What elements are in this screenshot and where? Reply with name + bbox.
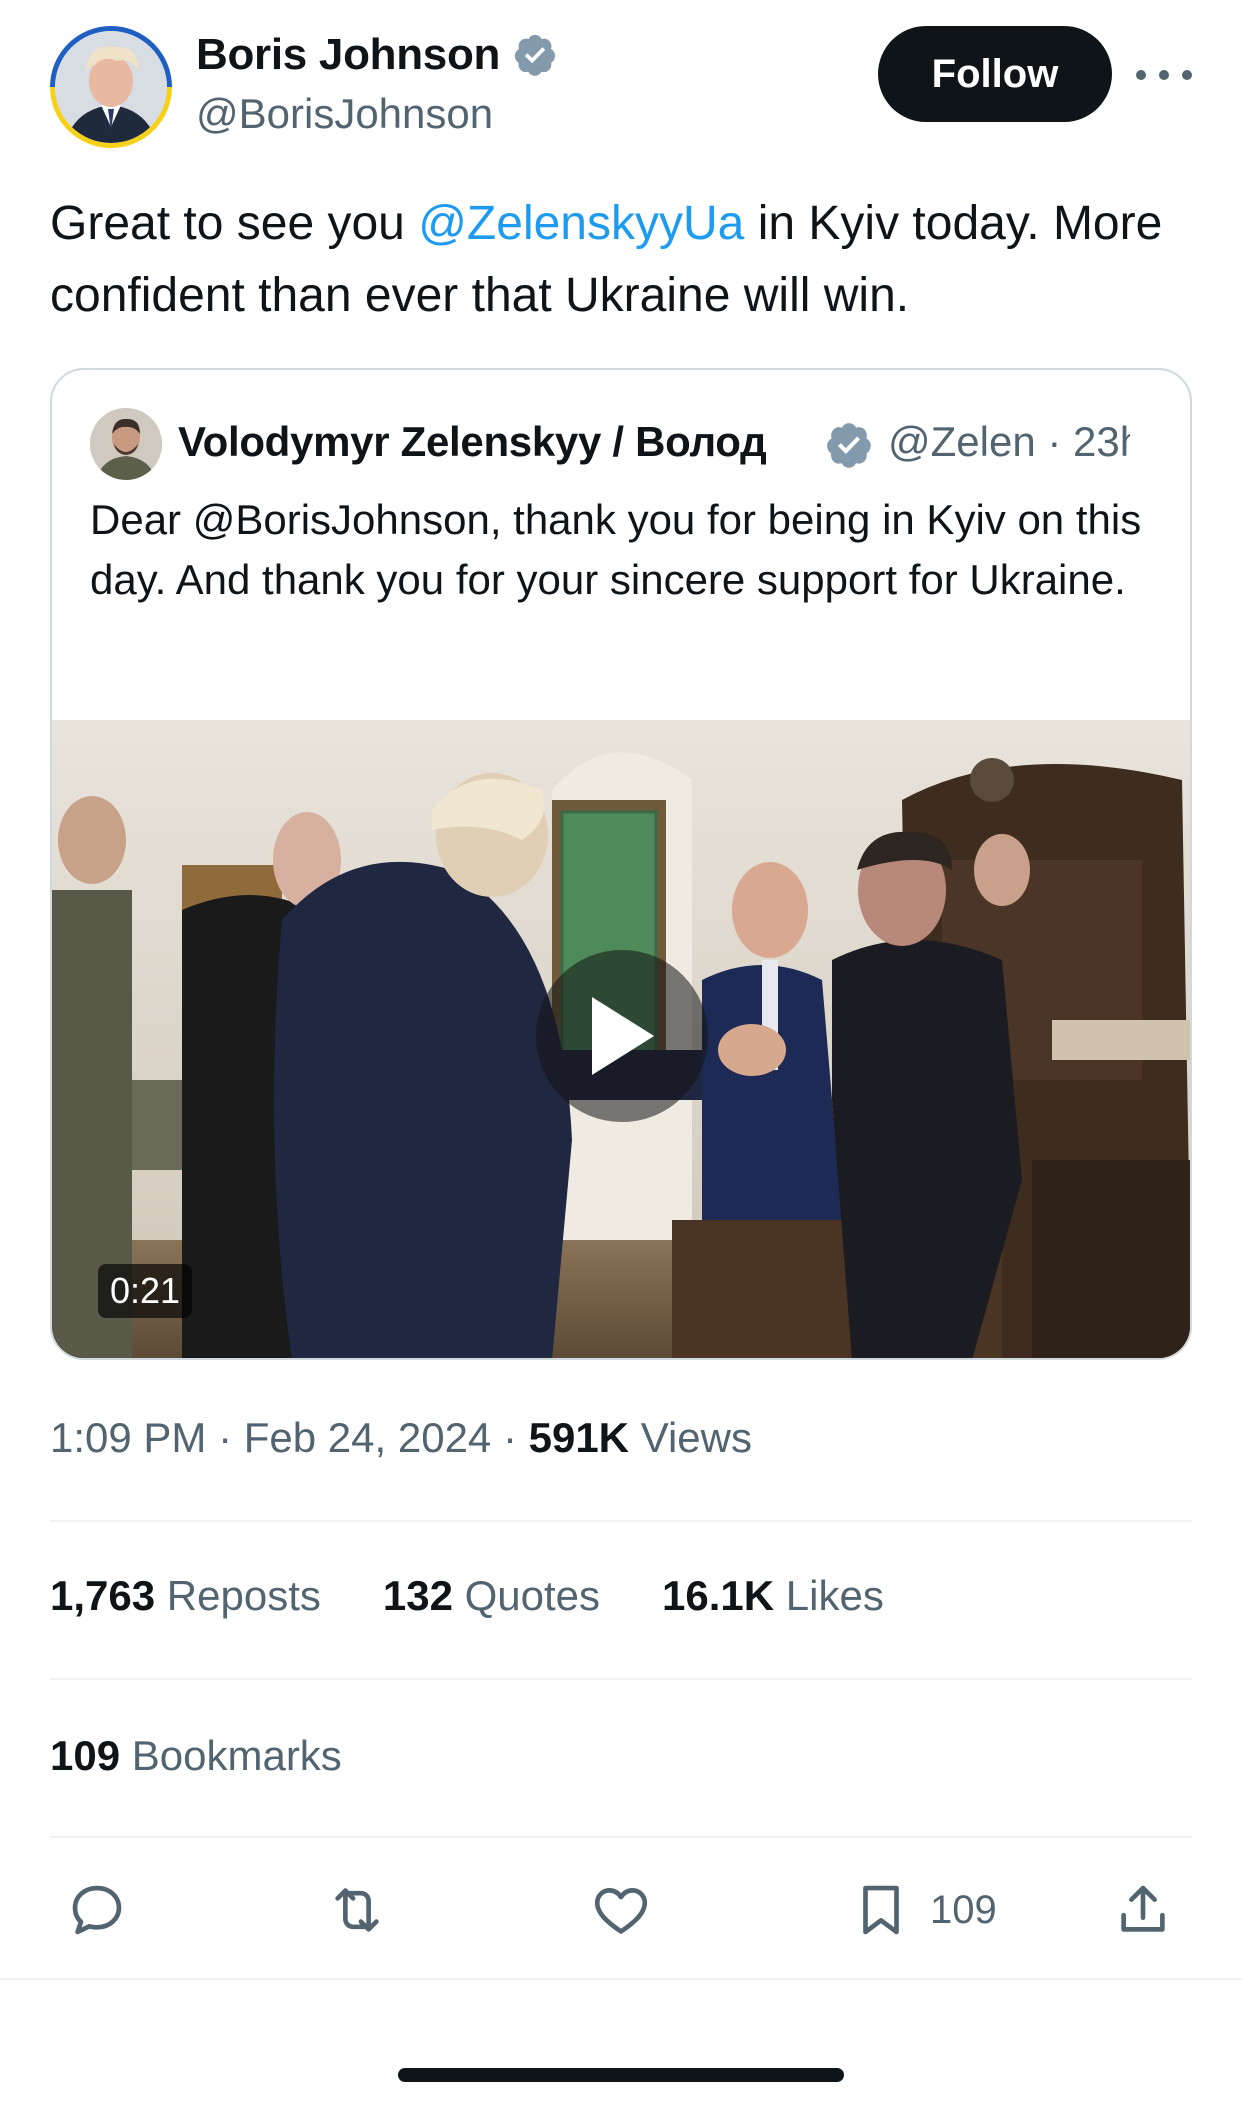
bookmark-button[interactable]: 109	[850, 1878, 997, 1942]
repost-button[interactable]	[326, 1878, 388, 1942]
quoted-tweet-time: · 23h	[1047, 418, 1130, 465]
more-dot	[1159, 70, 1169, 80]
tweet-date: Feb 24, 2024	[243, 1414, 492, 1461]
tweet-text: Great to see you @ZelenskyyUa in Kyiv to…	[50, 188, 1200, 332]
quotes-count: 132	[382, 1572, 453, 1619]
boris-johnson-avatar-icon	[55, 31, 167, 143]
engagement-stats: 1,763 Reposts 132 Quotes 16.1K Likes	[50, 1572, 884, 1620]
author-name[interactable]: Boris Johnson	[196, 30, 500, 80]
quoted-author-avatar-icon[interactable]	[90, 408, 162, 480]
video-player[interactable]: 0:21	[52, 720, 1190, 1358]
quoted-author-handle[interactable]: @Zelen	[888, 418, 1036, 465]
video-duration: 0:21	[98, 1264, 193, 1318]
quoted-tweet-text: Dear @BorisJohnson, thank you for being …	[90, 496, 1142, 603]
play-icon	[592, 997, 654, 1075]
action-bar: 109	[0, 1870, 1242, 1950]
reply-icon	[72, 1885, 122, 1935]
quotes-label: Quotes	[464, 1572, 601, 1619]
play-button[interactable]	[536, 950, 708, 1122]
more-dot	[1182, 70, 1192, 80]
heart-icon	[594, 1888, 648, 1934]
bookmarks-stat[interactable]: 109 Bookmarks	[50, 1732, 342, 1780]
reply-button[interactable]	[66, 1878, 128, 1942]
more-options-icon[interactable]	[1136, 50, 1192, 100]
divider	[50, 1678, 1192, 1680]
quoted-tweet-card[interactable]: Volodymyr Zelenskyy / Волод @Zelen · 23h…	[50, 368, 1192, 1360]
bookmarks-count: 109	[50, 1732, 121, 1779]
divider	[50, 1836, 1192, 1838]
reposts-stat[interactable]: 1,763 Reposts	[50, 1572, 321, 1620]
quoted-tweet-header: Volodymyr Zelenskyy / Волод @Zelen · 23h	[90, 406, 1160, 480]
verified-badge-icon	[827, 423, 871, 468]
author-name-row: Boris Johnson	[196, 30, 558, 80]
bookmark-count: 109	[930, 1887, 997, 1932]
mention-link[interactable]: @ZelenskyyUa	[418, 197, 744, 250]
share-icon	[1121, 1885, 1165, 1932]
views-count: 591K	[528, 1414, 630, 1461]
quoted-author-handle-time: @Zelen · 23h	[888, 418, 1130, 470]
bookmark-icon	[863, 1885, 899, 1935]
follow-button[interactable]: Follow	[878, 26, 1112, 122]
reposts-label: Reposts	[166, 1572, 321, 1619]
likes-count: 16.1K	[662, 1572, 775, 1619]
quotes-stat[interactable]: 132 Quotes	[383, 1572, 600, 1620]
home-indicator[interactable]	[398, 2068, 844, 2082]
author-handle[interactable]: @BorisJohnson	[196, 90, 493, 138]
divider	[0, 1978, 1242, 1980]
tweet-text-start: Great to see you	[50, 197, 419, 250]
author-avatar[interactable]	[50, 26, 172, 148]
like-button[interactable]	[590, 1878, 652, 1942]
tweet-timestamp[interactable]: 1:09 PM · Feb 24, 2024 · 591K Views	[50, 1414, 752, 1462]
views-label: Views	[640, 1414, 752, 1461]
repost-icon	[335, 1888, 379, 1932]
quoted-author-name[interactable]: Volodymyr Zelenskyy / Волод	[178, 418, 818, 470]
divider	[50, 1520, 1192, 1522]
tweet-time: 1:09 PM	[50, 1414, 207, 1461]
likes-stat[interactable]: 16.1K Likes	[662, 1572, 884, 1620]
verified-badge-icon	[515, 34, 556, 76]
reposts-count: 1,763	[50, 1572, 156, 1619]
likes-label: Likes	[785, 1572, 884, 1619]
tweet-header: Boris Johnson @BorisJohnson Follow	[0, 0, 1242, 160]
share-button[interactable]	[1112, 1878, 1174, 1942]
more-dot	[1136, 70, 1146, 80]
bookmarks-label: Bookmarks	[131, 1732, 342, 1779]
